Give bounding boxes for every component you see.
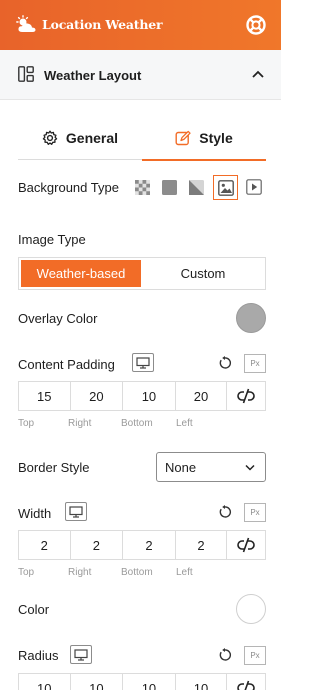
width-left-input[interactable]: 2: [176, 531, 228, 559]
help-lifebuoy-icon[interactable]: [245, 14, 267, 36]
layout-grid-icon: [18, 66, 34, 82]
unit-selector[interactable]: Px: [244, 354, 266, 373]
image-type-toggle: Weather-based Custom: [18, 257, 266, 290]
padding-bottom-label: Bottom: [121, 418, 153, 429]
border-style-select[interactable]: None: [156, 452, 266, 482]
content-padding-label: Content Padding: [18, 357, 115, 372]
bg-image-option[interactable]: [213, 175, 238, 200]
tab-bar: General Style: [18, 116, 266, 161]
solid-color-icon: [161, 179, 177, 195]
radius-label: Radius: [18, 648, 59, 663]
width-top-label: Top: [18, 567, 35, 578]
padding-left-label: Left: [176, 418, 193, 429]
responsive-desktop-toggle[interactable]: [132, 353, 154, 372]
app-header: Location Weather: [0, 0, 281, 50]
padding-left-input[interactable]: 20: [176, 382, 228, 410]
section-header[interactable]: Weather Layout: [0, 50, 281, 100]
edit-pencil-icon: [175, 130, 191, 146]
width-reset-icon[interactable]: [218, 505, 232, 519]
custom-button[interactable]: Custom: [143, 260, 263, 287]
padding-right-label: Right: [68, 418, 92, 429]
desktop-icon: [136, 356, 150, 369]
unlink-icon: [237, 388, 255, 404]
border-width-label: Width: [18, 506, 52, 521]
width-bottom-label: Bottom: [121, 567, 153, 578]
bg-gradient-option[interactable]: [185, 176, 207, 198]
image-type-label: Image Type: [18, 232, 86, 247]
padding-link-toggle[interactable]: [227, 382, 265, 410]
radius-link-toggle[interactable]: [227, 674, 265, 690]
gear-icon: [42, 130, 58, 145]
brand-title: Location Weather: [42, 17, 163, 32]
border-width-inputs: 2 2 2 2: [18, 530, 266, 560]
width-link-toggle[interactable]: [227, 531, 265, 559]
weather-logo-icon: [16, 15, 36, 32]
width-right-input[interactable]: 2: [71, 531, 124, 559]
desktop-icon: [69, 505, 83, 518]
border-style-label: Border Style: [18, 460, 90, 475]
bg-solid-option[interactable]: [158, 176, 180, 198]
transparent-icon: [134, 179, 150, 195]
background-type-label: Background Type: [18, 180, 119, 195]
bg-video-option[interactable]: [243, 176, 265, 198]
overlay-color-swatch[interactable]: [236, 303, 266, 333]
section-title: Weather Layout: [44, 68, 142, 83]
reset-icon[interactable]: [218, 356, 232, 370]
tab-style-label: Style: [199, 130, 233, 146]
video-play-icon: [246, 179, 262, 195]
width-unit-selector[interactable]: Px: [244, 503, 266, 522]
tab-general-label: General: [65, 130, 119, 146]
radius-top-left-input[interactable]: 10: [19, 674, 71, 690]
width-desktop-toggle[interactable]: [65, 502, 87, 521]
padding-bottom-input[interactable]: 10: [123, 382, 176, 410]
gradient-icon: [188, 179, 204, 195]
radius-reset-icon[interactable]: [218, 648, 232, 662]
border-color-label: Color: [18, 602, 50, 617]
padding-top-input[interactable]: 15: [19, 382, 71, 410]
chevron-down-icon: [245, 464, 255, 471]
tab-general[interactable]: General: [18, 116, 142, 160]
bg-transparent-option[interactable]: [131, 176, 153, 198]
tab-style[interactable]: Style: [142, 116, 266, 161]
radius-bottom-right-input[interactable]: 10: [123, 674, 176, 690]
width-bottom-input[interactable]: 2: [123, 531, 176, 559]
radius-top-right-input[interactable]: 10: [71, 674, 124, 690]
padding-right-input[interactable]: 20: [71, 382, 124, 410]
width-top-input[interactable]: 2: [19, 531, 71, 559]
border-color-swatch[interactable]: [236, 594, 266, 624]
unlink-icon: [237, 537, 255, 553]
padding-inputs: 15 20 10 20: [18, 381, 266, 411]
radius-bottom-left-input[interactable]: 10: [176, 674, 228, 690]
width-left-label: Left: [176, 567, 193, 578]
desktop-icon: [74, 648, 88, 661]
image-icon: [217, 179, 234, 196]
width-right-label: Right: [68, 567, 92, 578]
radius-unit-selector[interactable]: Px: [244, 646, 266, 665]
radius-inputs: 10 10 10 10: [18, 673, 266, 690]
unlink-icon: [237, 680, 255, 690]
border-style-value: None: [165, 459, 197, 475]
overlay-color-label: Overlay Color: [18, 311, 98, 326]
weather-based-button[interactable]: Weather-based: [21, 260, 141, 287]
padding-top-label: Top: [18, 418, 35, 429]
radius-desktop-toggle[interactable]: [70, 645, 92, 664]
chevron-up-icon[interactable]: [251, 69, 265, 79]
